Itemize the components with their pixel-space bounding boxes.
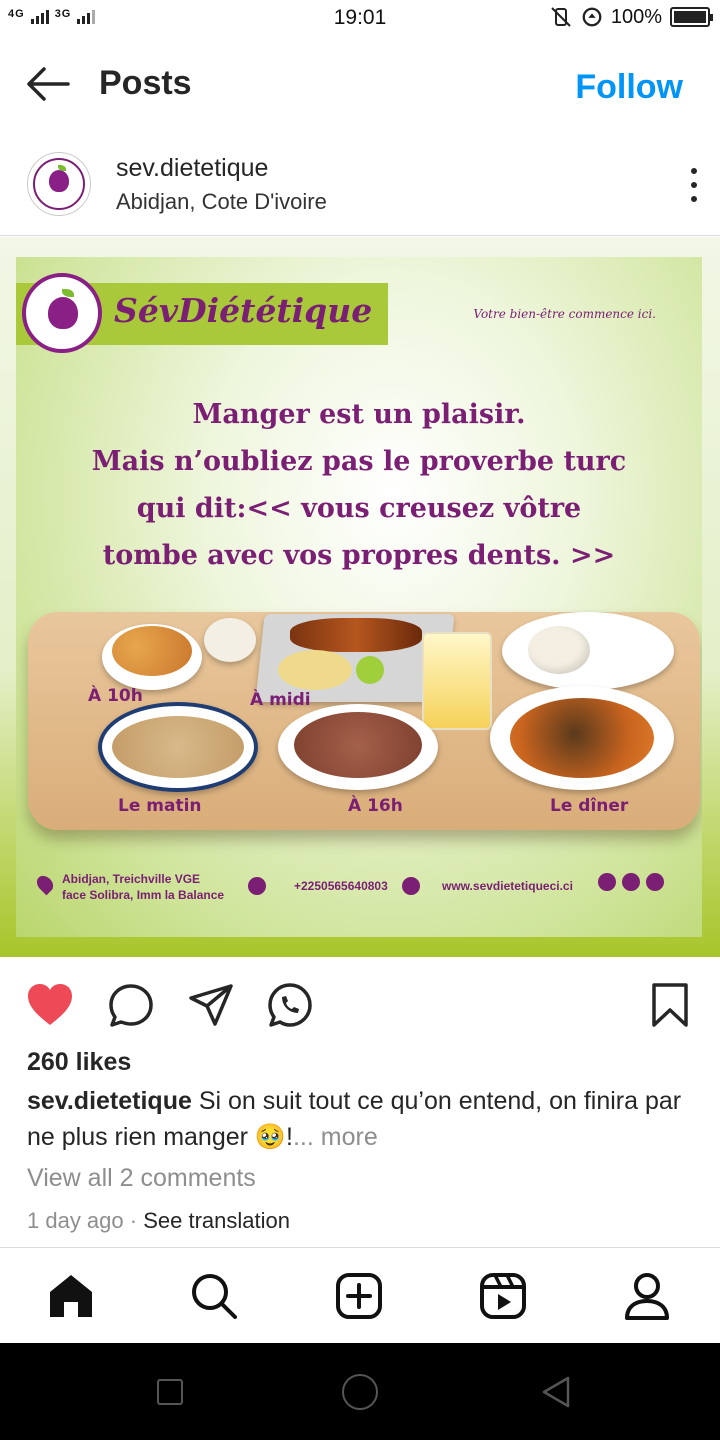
brand-name: SévDiététique (114, 291, 373, 330)
lime (356, 656, 384, 684)
page-title: Posts (99, 64, 192, 102)
home-button-icon[interactable] (342, 1374, 378, 1410)
quote-line-1: Manger est un plaisir. (192, 399, 526, 430)
home-icon[interactable] (47, 1272, 95, 1320)
battery-icon (670, 7, 713, 27)
create-icon[interactable] (335, 1272, 383, 1320)
label-16h: À 16h (348, 796, 403, 816)
quote-text: Manger est un plaisir. Mais n’oubliez pa… (16, 391, 702, 579)
caption-username[interactable]: sev.dietetique (27, 1087, 192, 1115)
comment-icon[interactable] (107, 982, 155, 1028)
system-nav-bar (0, 1343, 720, 1440)
author-username[interactable]: sev.dietetique (116, 154, 268, 183)
avatar[interactable] (27, 152, 91, 216)
mute-vibrate-icon (551, 7, 571, 27)
foutou (528, 626, 590, 674)
back-triangle-icon[interactable] (540, 1375, 572, 1409)
quote-line-2: Mais n’oubliez pas le proverbe turc (91, 446, 627, 477)
more-vertical-icon[interactable] (690, 168, 698, 202)
share-icon[interactable] (187, 982, 235, 1028)
author-location[interactable]: Abidjan, Cote D'ivoire (116, 189, 327, 215)
quote-line-3: qui dit:<< vous creusez vôtre (136, 493, 582, 524)
brand-tagline: Votre bien-être commence ici. (473, 307, 656, 321)
status-bar: 4G 3G 19:01 100% (0, 0, 720, 40)
view-comments-link[interactable]: View all 2 comments (27, 1164, 256, 1193)
caption-more-link[interactable]: ... more (293, 1123, 378, 1151)
peanuts (294, 712, 422, 778)
porridge (112, 716, 244, 778)
phone-icon (248, 877, 266, 895)
post-image: SévDiététique Votre bien-être commence i… (16, 257, 702, 937)
label-matin: Le matin (118, 796, 202, 816)
juice-glass (422, 632, 492, 730)
post-actions (0, 970, 720, 1040)
like-count[interactable]: 260 likes (27, 1048, 131, 1077)
post-meta: 1 day ago · See translation (27, 1208, 290, 1234)
attieke (278, 650, 352, 690)
data-saver-icon (582, 7, 602, 27)
whatsapp-small-icon (622, 873, 640, 891)
bottom-tab-bar (0, 1247, 720, 1343)
facebook-icon (598, 873, 616, 891)
brand-logo-icon (22, 273, 102, 353)
bookmark-icon[interactable] (646, 982, 694, 1028)
post-time: 1 day ago (27, 1208, 124, 1233)
profile-icon[interactable] (623, 1272, 671, 1320)
beignets (112, 626, 192, 676)
sauce-graine (510, 698, 654, 778)
quote-line-4: tombe avec vos propres dents. >> (102, 540, 616, 571)
address: Abidjan, Treichville VGE face Solibra, I… (62, 871, 224, 903)
meta-separator: · (123, 1208, 144, 1233)
phone-number: +2250565640803 (294, 879, 388, 893)
website: www.sevdietetiqueci.ci (442, 879, 573, 893)
globe-icon (402, 877, 420, 895)
back-arrow-icon[interactable] (24, 64, 72, 104)
status-right: 100% (549, 5, 713, 29)
recents-icon[interactable] (157, 1379, 183, 1405)
follow-button[interactable]: Follow (575, 68, 683, 107)
label-midi: À midi (250, 690, 311, 710)
search-icon[interactable] (190, 1272, 238, 1320)
see-translation-link[interactable]: See translation (143, 1208, 290, 1233)
label-10h: À 10h (88, 686, 143, 706)
label-diner: Le dîner (550, 796, 629, 816)
whatsapp-icon[interactable] (266, 982, 314, 1028)
location-pin-icon (33, 872, 57, 896)
reels-icon[interactable] (479, 1272, 527, 1320)
contact-footer: Abidjan, Treichville VGE face Solibra, I… (33, 869, 678, 909)
food-tray: À 10h À midi Le matin À 16h Le dîner (28, 612, 700, 830)
sauce-bowl (204, 618, 256, 662)
address-line-1: Abidjan, Treichville VGE (62, 872, 201, 886)
address-line-2: face Solibra, Imm la Balance (62, 888, 225, 902)
grilled-fish (290, 618, 422, 652)
top-header: Posts Follow (0, 40, 720, 130)
instagram-icon (646, 873, 664, 891)
heart-icon[interactable] (26, 982, 74, 1028)
post-caption: sev.dietetique Si on suit tout ce qu’on … (27, 1083, 687, 1155)
post-image-frame[interactable]: SévDiététique Votre bien-être commence i… (0, 237, 720, 957)
post-author-row: sev.dietetique Abidjan, Cote D'ivoire (0, 140, 720, 236)
battery-percent: 100% (610, 5, 662, 28)
